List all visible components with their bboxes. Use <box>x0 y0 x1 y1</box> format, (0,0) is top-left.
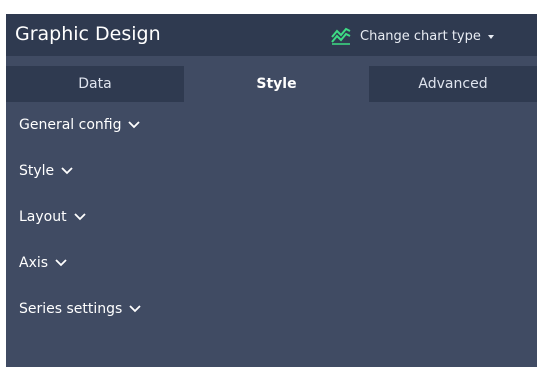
tab-advanced[interactable]: Advanced <box>369 66 537 102</box>
section-axis[interactable]: Axis <box>6 240 537 286</box>
section-series-settings[interactable]: Series settings <box>6 286 537 332</box>
section-layout[interactable]: Layout <box>6 194 537 240</box>
chart-config-panel: Graphic Design Change chart type Data St… <box>6 14 537 367</box>
chevron-down-icon <box>55 259 67 267</box>
section-label: Style <box>19 163 55 179</box>
tab-data[interactable]: Data <box>6 66 184 102</box>
section-general-config[interactable]: General config <box>6 102 537 148</box>
chevron-down-icon <box>128 121 141 129</box>
tab-bar: Data Style Advanced <box>6 66 537 102</box>
tab-style[interactable]: Style <box>184 66 369 102</box>
panel-title: Graphic Design <box>15 23 161 45</box>
chevron-down-icon <box>73 213 86 221</box>
change-chart-type-label: Change chart type <box>360 28 481 44</box>
caret-down-icon <box>487 35 494 39</box>
section-label: General config <box>19 117 122 133</box>
section-style[interactable]: Style <box>6 148 537 194</box>
section-label: Series settings <box>19 301 123 317</box>
change-chart-type-button[interactable]: Change chart type <box>331 25 494 47</box>
chevron-down-icon <box>129 305 141 313</box>
chevron-down-icon <box>61 167 73 175</box>
line-chart-icon <box>331 27 351 45</box>
section-label: Axis <box>19 255 49 271</box>
section-label: Layout <box>19 209 67 225</box>
panel-header: Graphic Design Change chart type <box>6 14 537 56</box>
